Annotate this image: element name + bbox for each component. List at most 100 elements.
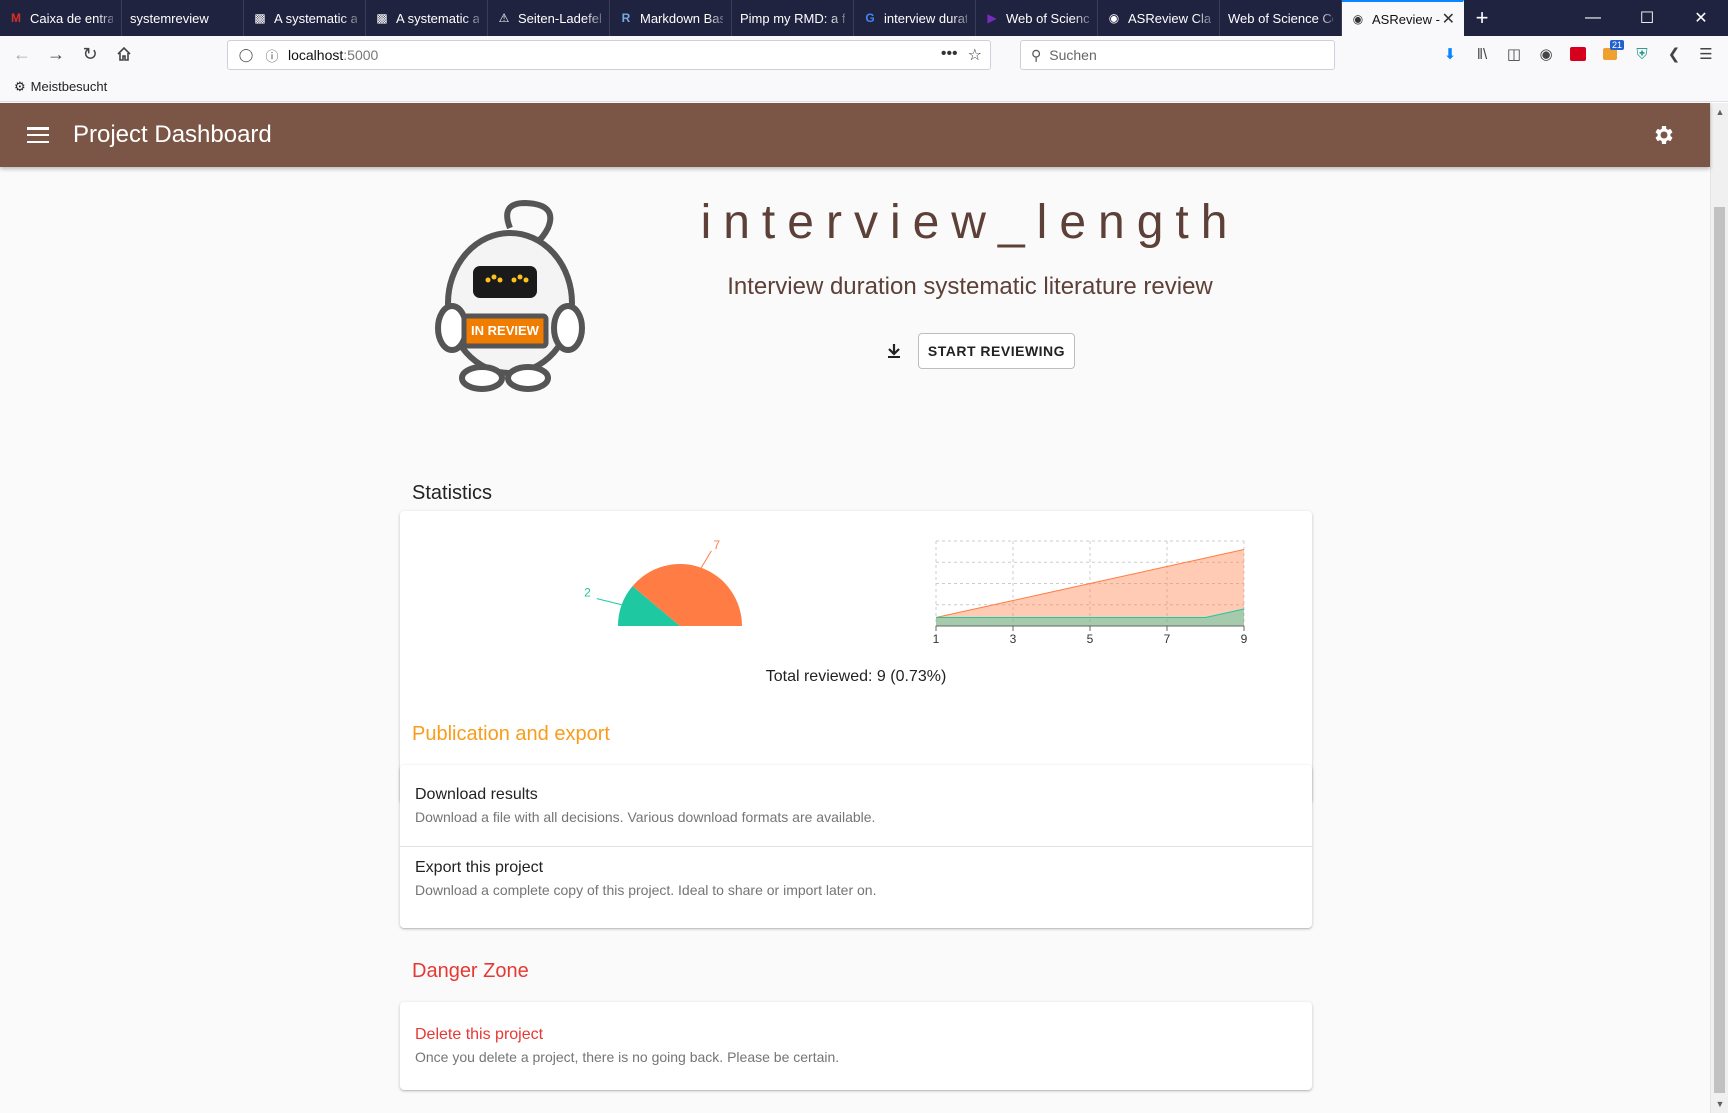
tab-label: Seiten-Ladefehler xyxy=(518,10,601,26)
scroll-down-icon[interactable]: ▼ xyxy=(1711,1095,1728,1113)
account-icon[interactable]: ◉ xyxy=(1530,38,1562,70)
browser-tab[interactable]: Ginterview duration xyxy=(854,0,976,36)
tab-label: Caixa de entrada xyxy=(30,10,113,26)
extension-badge-icon[interactable]: 21 xyxy=(1594,38,1626,70)
progress-half-donut-chart: 27 xyxy=(584,538,742,626)
tab-label: Markdown Basics xyxy=(640,10,723,26)
play-icon: ▶ xyxy=(987,11,997,25)
delete-project-item[interactable]: Delete this project Once you delete a pr… xyxy=(400,1026,1312,1065)
maximize-icon[interactable]: ☐ xyxy=(1620,0,1674,36)
statistics-card: 27 13579 Total reviewed: 9 (0.73%) xyxy=(400,511,1312,803)
downloads-icon[interactable]: ⬇ xyxy=(1434,38,1466,70)
tab-label: Pimp my RMD: a few tips xyxy=(740,10,845,26)
forward-icon[interactable]: → xyxy=(40,38,72,70)
bookmark-most-visited[interactable]: Meistbesucht xyxy=(31,79,108,94)
page-icon: ▩ xyxy=(376,11,388,25)
browser-tab[interactable]: ◉ ASReview Class xyxy=(1098,0,1220,36)
page-icon: ▩ xyxy=(254,11,266,25)
export-project-subtitle: Download a complete copy of this project… xyxy=(415,882,877,898)
toolbar-icons: ⬇ ‖\ ◫ ◉ 21 ⛨ ❮ ☰ xyxy=(1434,36,1728,72)
gmail-icon: M xyxy=(11,11,21,25)
extension-zotero-icon[interactable]: ❮ xyxy=(1658,38,1690,70)
browser-tab[interactable]: ▶ Web of Science xyxy=(976,0,1098,36)
delete-project-subtitle: Once you delete a project, there is no g… xyxy=(415,1049,840,1065)
x-tick-label: 5 xyxy=(1087,632,1094,646)
tab-label: Web of Science xyxy=(1006,10,1089,26)
total-reviewed-text: Total reviewed: 9 (0.73%) xyxy=(765,668,947,685)
divider xyxy=(400,846,1312,847)
asreview-mascot-image xyxy=(435,199,585,392)
scroll-up-icon[interactable]: ▲ xyxy=(1711,103,1728,121)
tab-label: interview duration xyxy=(884,10,967,26)
x-tick-label: 3 xyxy=(1010,632,1017,646)
browser-tab[interactable]: systemreview xyxy=(122,0,244,36)
browser-tab[interactable]: ▩ A systematic approach xyxy=(366,0,488,36)
home-icon[interactable] xyxy=(108,38,140,70)
browser-tab[interactable]: Web of Science Core xyxy=(1220,0,1342,36)
minimize-icon[interactable]: — xyxy=(1566,0,1620,36)
search-input[interactable]: ⚲ Suchen xyxy=(1020,40,1335,70)
url-port: :5000 xyxy=(343,47,379,63)
tab-label: Web of Science Core xyxy=(1228,10,1333,26)
download-icon[interactable] xyxy=(880,337,908,365)
url-bar[interactable]: ◯ ⓘ localhost:5000 ••• ☆ xyxy=(227,40,991,70)
search-icon: ⚲ xyxy=(1031,46,1042,63)
browser-tab[interactable]: M Caixa de entrada xyxy=(0,0,122,36)
x-tick-label: 7 xyxy=(1164,632,1171,646)
sidebar-icon[interactable]: ◫ xyxy=(1498,38,1530,70)
scrollbar-thumb[interactable] xyxy=(1714,207,1725,1093)
page-title: Project Dashboard xyxy=(73,121,272,148)
pie-data-label: 2 xyxy=(584,586,591,600)
url-host: localhost xyxy=(288,47,344,63)
browser-tab[interactable]: R Markdown Basics xyxy=(610,0,732,36)
status-badge: IN REVIEW xyxy=(471,323,539,338)
browser-tab[interactable]: ◉ ASReview - ✕ xyxy=(1342,0,1464,36)
publication-heading: Publication and export xyxy=(412,723,610,745)
library-icon[interactable]: ‖\ xyxy=(1466,38,1498,70)
r-icon: R xyxy=(621,11,631,25)
download-results-subtitle: Download a file with all decisions. Vari… xyxy=(415,809,876,825)
delete-project-title: Delete this project xyxy=(415,1026,544,1043)
extension-shield-icon[interactable]: ⛨ xyxy=(1626,38,1658,70)
download-results-title: Download results xyxy=(415,786,538,803)
tab-label: A systematic approach xyxy=(274,10,357,26)
app-bar: Project Dashboard xyxy=(0,103,1710,167)
scrollbar[interactable]: ▲ ▼ xyxy=(1710,103,1728,1113)
shield-icon[interactable]: ◯ xyxy=(236,47,256,63)
pie-label-line xyxy=(596,598,622,606)
asreview-icon: ◉ xyxy=(1352,12,1364,26)
danger-zone-card: Delete this project Once you delete a pr… xyxy=(400,1002,1312,1090)
statistics-heading: Statistics xyxy=(412,482,493,504)
asreview-icon: ◉ xyxy=(1108,11,1120,25)
reload-icon[interactable]: ↻ xyxy=(74,38,106,70)
danger-zone-heading: Danger Zone xyxy=(412,960,529,982)
browser-tab[interactable]: ▩ A systematic approach xyxy=(244,0,366,36)
browser-tab[interactable]: Pimp my RMD: a few tips xyxy=(732,0,854,36)
extension-badge-count: 21 xyxy=(1609,40,1624,50)
x-tick-label: 1 xyxy=(933,632,940,646)
tab-list: M Caixa de entrada systemreview ▩ A systemat… xyxy=(0,0,1464,36)
window-controls: — ☐ ✕ xyxy=(1566,0,1728,36)
browser-navbar: ← → ↻ ◯ ⓘ localhost:5000 ••• ☆ ⚲ Suchen … xyxy=(0,36,1728,72)
page-content: IN REVIEW interview_length Interview dur… xyxy=(0,103,1710,1113)
settings-gear-icon[interactable] xyxy=(1652,123,1676,147)
export-project-item[interactable]: Export this project Download a complete … xyxy=(400,859,1312,898)
tab-label: A systematic approach xyxy=(396,10,479,26)
browser-tab-bar: M Caixa de entrada systemreview ▩ A systemat… xyxy=(0,0,1728,36)
menu-icon[interactable] xyxy=(27,127,49,143)
bookmark-star-icon[interactable]: ☆ xyxy=(968,45,982,65)
new-tab-button[interactable]: + xyxy=(1464,0,1500,36)
browser-tab[interactable]: ⚠ Seiten-Ladefehler xyxy=(488,0,610,36)
close-window-icon[interactable]: ✕ xyxy=(1674,0,1728,36)
tab-label: ASReview Class xyxy=(1128,10,1211,26)
close-tab-icon[interactable]: ✕ xyxy=(1442,9,1455,29)
back-icon[interactable]: ← xyxy=(6,38,38,70)
warning-icon: ⚠ xyxy=(498,11,510,25)
download-results-item[interactable]: Download results Download a file with al… xyxy=(400,786,1312,825)
extension-mendeley-icon[interactable] xyxy=(1562,38,1594,70)
info-icon[interactable]: ⓘ xyxy=(262,46,282,65)
more-actions-icon[interactable]: ••• xyxy=(941,45,958,65)
menu-icon[interactable]: ☰ xyxy=(1690,38,1722,70)
project-name: interview_length xyxy=(700,196,1240,249)
start-reviewing-button[interactable]: START REVIEWING xyxy=(918,333,1075,369)
